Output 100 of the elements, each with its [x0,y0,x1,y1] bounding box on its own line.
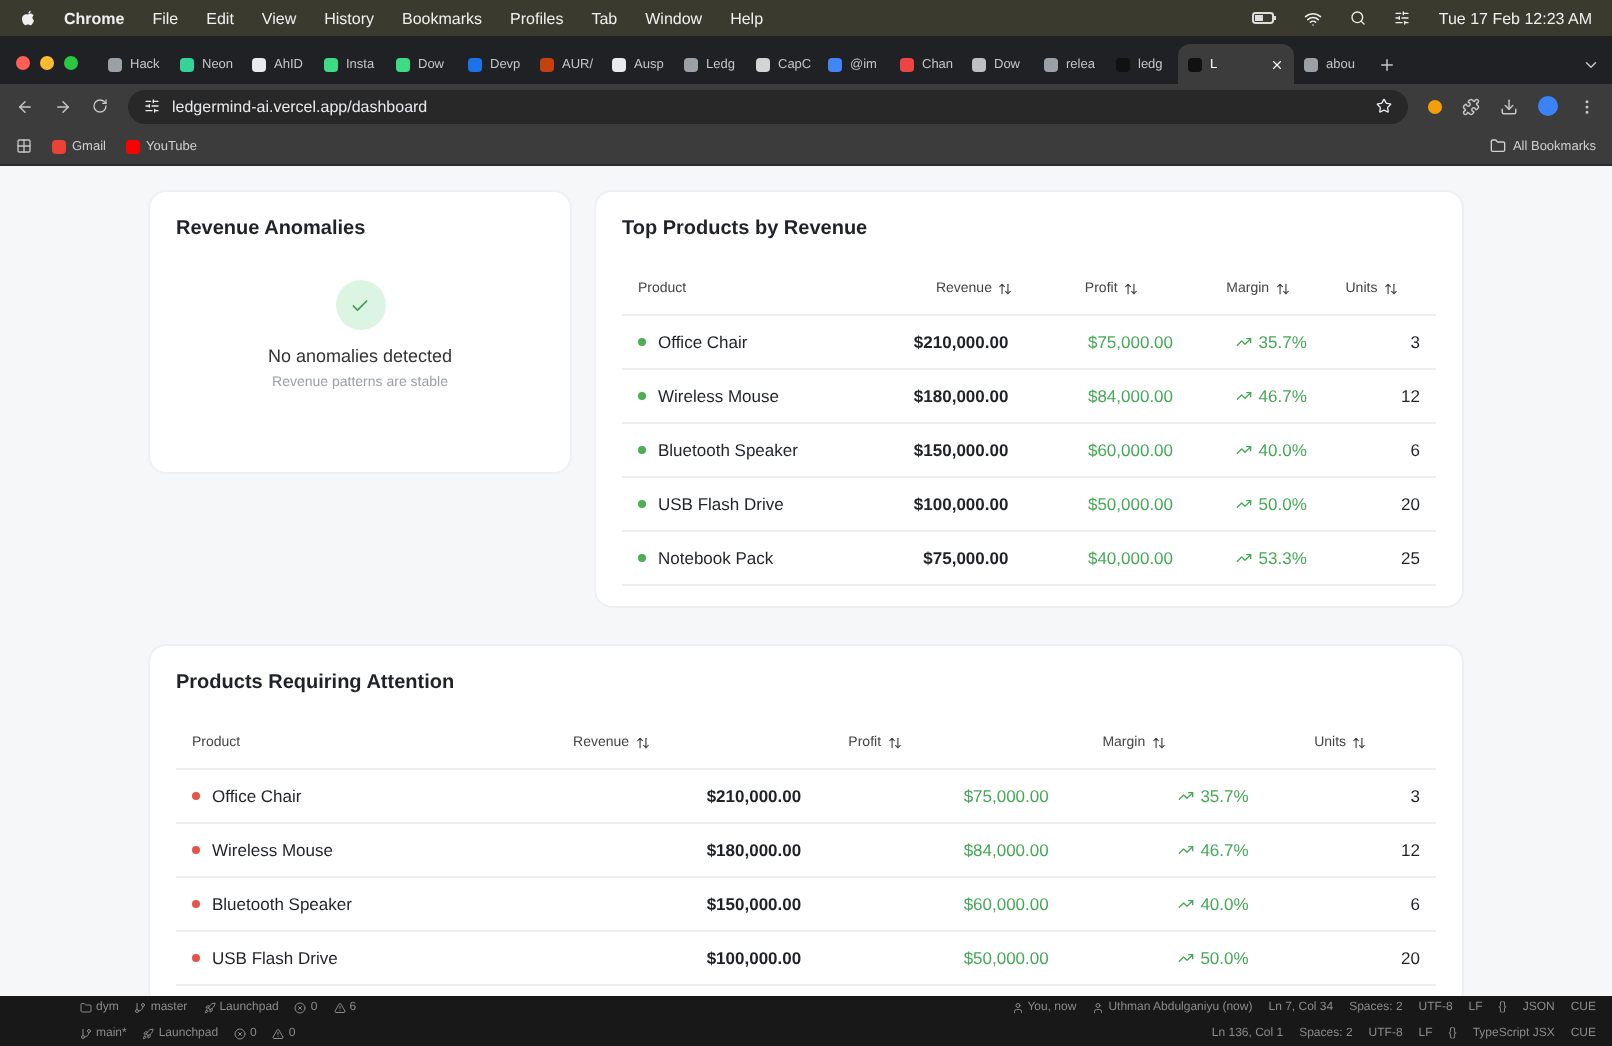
units-cell-text: 3 [1408,332,1420,352]
wifi-icon[interactable] [1304,9,1323,27]
sort-icon [1352,736,1367,750]
product-name: USB Flash Drive [212,948,338,968]
card-title: Products Requiring Attention [176,672,457,694]
profit-cell-text: $60,000.00 [961,894,1049,914]
warning-icon [272,1027,285,1040]
control-center-icon[interactable] [1394,10,1411,26]
download-icon[interactable] [1500,97,1518,115]
trend-up-icon [1178,950,1195,966]
trend-up-icon [1236,442,1253,458]
product-name: Notebook Pack [658,548,774,568]
zoom-window-icon[interactable] [64,55,78,69]
revenue-cell-text: $180,000.00 [704,840,802,860]
person-icon [1011,1002,1024,1015]
product-name: Bluetooth Speaker [212,894,352,914]
person-icon [1092,1002,1105,1015]
sort-icon [887,736,902,750]
profit-cell-text: $75,000.00 [961,786,1049,806]
folder-icon [1490,138,1507,154]
extension-icon[interactable] [1428,99,1442,113]
trend-up-icon [1236,496,1253,512]
card-title: Revenue Anomalies [176,218,368,240]
trend-up-icon [1178,896,1195,912]
search-icon[interactable] [1350,10,1367,26]
product-name: USB Flash Drive [658,494,784,514]
menu-item[interactable]: Profiles [510,9,564,27]
margin-cell: 35.7% [1200,786,1249,806]
rocket-icon [142,1027,155,1040]
profit-cell-text: $40,000.00 [1085,548,1174,568]
sort-icon [1151,736,1166,750]
units-cell-text: 20 [1399,948,1420,968]
close-window-icon[interactable] [16,55,30,69]
sort-icon [997,282,1012,296]
clock[interactable]: Tue 17 Feb 12:23 AM [1438,9,1592,27]
error-icon [294,1002,307,1015]
menu-item[interactable]: View [261,9,297,27]
reload-icon[interactable] [92,98,108,114]
battery-icon[interactable] [1252,12,1277,24]
revenue-cell-text: $100,000.00 [911,494,1009,514]
minimize-window-icon[interactable] [40,55,54,69]
menu-item[interactable]: Edit [206,9,234,27]
units-cell-text: 6 [1408,894,1420,914]
units-cell-text: 12 [1399,386,1420,406]
revenue-cell-text: $150,000.00 [911,440,1009,460]
margin-cell: 40.0% [1200,894,1249,914]
branch-icon [134,1002,147,1015]
new-tab-icon[interactable] [1378,55,1396,73]
sort-icon [635,736,650,750]
warning-icon [333,1002,346,1015]
product-name: Office Chair [658,332,748,352]
apple-logo-icon[interactable] [20,9,36,27]
margin-cell: 53.3% [1258,548,1307,568]
app-menu[interactable]: Chrome [64,9,125,27]
profit-cell-text: $60,000.00 [1085,440,1174,460]
sort-icon [1275,282,1290,296]
margin-cell: 46.7% [1200,840,1249,860]
menu-item[interactable]: Tab [591,9,618,27]
profit-cell-text: $75,000.00 [1085,332,1174,352]
apps-icon[interactable] [16,138,32,154]
units-cell-text: 12 [1399,840,1420,860]
product-name: Bluetooth Speaker [658,440,798,460]
address-bar[interactable]: ledgermind-ai.vercel.app/dashboard [128,89,1408,123]
back-icon[interactable] [16,97,34,115]
empty-message: No anomalies detected [267,346,453,366]
profile-avatar[interactable] [1538,96,1558,116]
sort-icon [1123,282,1138,296]
forward-icon[interactable] [54,97,72,115]
margin-cell: 40.0% [1258,440,1307,460]
menu-item[interactable]: Bookmarks [402,9,483,27]
menu-item[interactable]: History [324,9,375,27]
units-cell-text: 20 [1399,494,1420,514]
extensions-icon[interactable] [1462,97,1480,115]
error-icon [234,1027,247,1040]
rocket-icon [203,1002,216,1015]
trend-up-icon [1236,334,1253,350]
close-icon[interactable] [1270,57,1284,71]
revenue-cell-text: $150,000.00 [704,894,802,914]
margin-cell: 50.0% [1200,948,1249,968]
card-title: Top Products by Revenue [622,218,870,240]
menu-item[interactable]: Window [645,9,703,27]
menu-item[interactable]: File [152,9,179,27]
product-name: Wireless Mouse [212,840,333,860]
profit-cell-text: $50,000.00 [961,948,1049,968]
units-cell-text: 25 [1399,548,1420,568]
units-cell-text: 6 [1408,440,1420,460]
profit-cell-text: $50,000.00 [1085,494,1174,514]
profit-cell-text: $84,000.00 [1085,386,1174,406]
bookmark-star-icon[interactable] [1376,98,1392,114]
branch-icon [80,1027,92,1040]
product-name: Wireless Mouse [658,386,779,406]
site-info-icon[interactable] [144,98,160,114]
trend-up-icon [1178,788,1195,804]
menu-item[interactable]: Help [730,9,764,27]
revenue-cell-text: $75,000.00 [921,548,1009,568]
margin-cell: 50.0% [1258,494,1307,514]
sort-icon [1383,282,1398,296]
check-icon [335,280,385,330]
trend-up-icon [1236,550,1253,566]
margin-cell: 35.7% [1258,332,1307,352]
